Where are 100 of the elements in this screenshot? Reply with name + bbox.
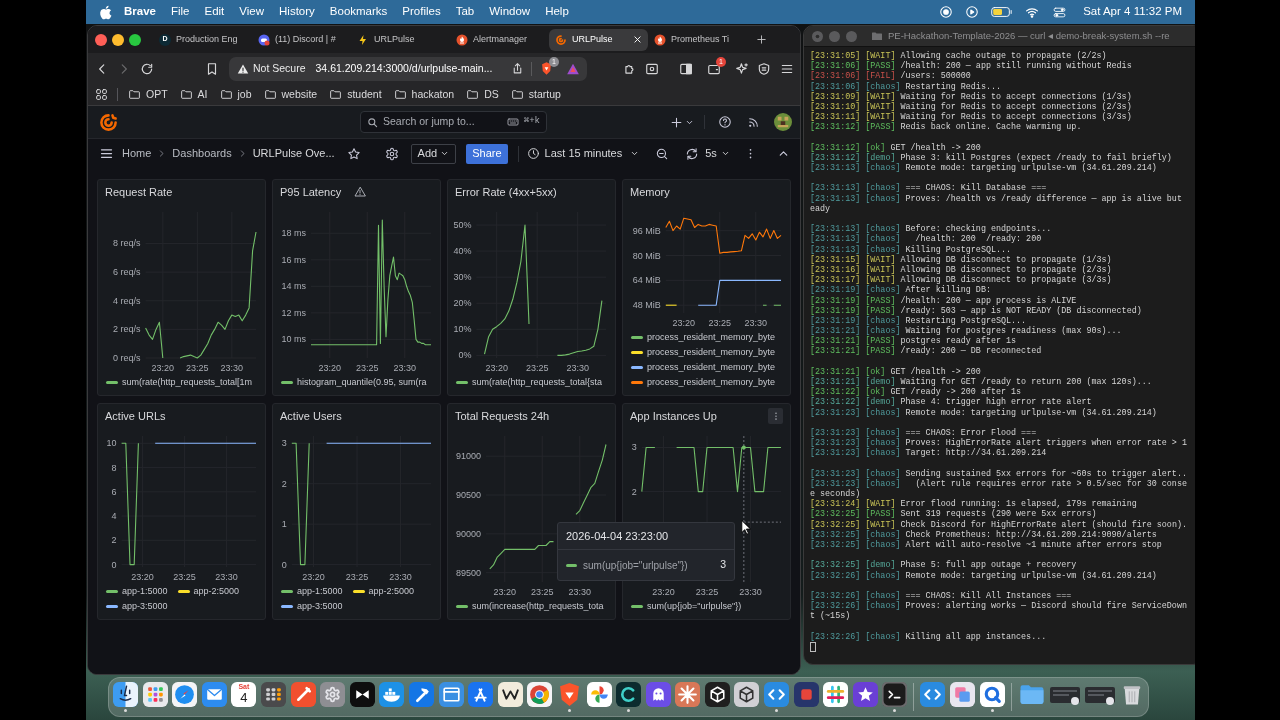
help-icon[interactable] xyxy=(718,115,732,129)
legend-label[interactable]: app-2:5000 xyxy=(368,584,415,599)
bookmark-folder[interactable]: website xyxy=(263,86,318,103)
arc-icon[interactable] xyxy=(616,682,642,707)
legend-label[interactable]: app-1:5000 xyxy=(297,584,343,599)
apps-grid-icon[interactable] xyxy=(95,88,108,101)
compass-icon[interactable] xyxy=(172,682,198,707)
legend-label[interactable]: process_resident_memory_byte xyxy=(647,360,776,375)
legend-label[interactable]: process_resident_memory_byte xyxy=(647,330,776,345)
menu-item[interactable]: Profiles xyxy=(402,3,441,21)
legend-label[interactable]: app-3:5000 xyxy=(297,599,343,614)
menu-item[interactable]: Bookmarks xyxy=(329,3,388,21)
legend-label[interactable]: process_resident_memory_byte xyxy=(647,375,776,390)
camera-icon[interactable] xyxy=(645,61,659,76)
menu-icon[interactable] xyxy=(99,146,114,161)
app-grid-icon[interactable] xyxy=(142,682,168,707)
bookmark-folder[interactable]: AI xyxy=(179,86,208,103)
hash-icon[interactable] xyxy=(823,682,849,707)
record-icon[interactable] xyxy=(939,5,954,19)
browser-tab[interactable]: URLPulse xyxy=(549,28,648,51)
close-window-icon[interactable] xyxy=(95,33,107,46)
bookmark-folder[interactable]: OPT xyxy=(128,86,168,103)
browser-tab[interactable]: Prometheus Ti xyxy=(648,28,747,51)
legend-label[interactable]: app-2:5000 xyxy=(193,584,240,599)
bookmark-folder[interactable]: student xyxy=(329,86,382,103)
sidebar-icon[interactable] xyxy=(679,61,693,76)
window-icon[interactable] xyxy=(438,682,464,707)
legend-label[interactable]: sum(rate(http_requests_total[1m xyxy=(122,375,253,390)
starburst-icon[interactable] xyxy=(675,682,701,707)
bookmark-folder[interactable]: DS xyxy=(466,86,499,103)
square-tile-icon[interactable] xyxy=(793,682,819,707)
bow-tie-icon[interactable] xyxy=(349,682,375,707)
cube-icon[interactable] xyxy=(704,682,730,707)
zigzag-icon[interactable] xyxy=(497,682,523,707)
refresh-icon[interactable] xyxy=(685,146,700,161)
time-range-picker[interactable]: Last 15 minutes xyxy=(526,145,640,162)
browser-tab[interactable]: (11) Discord | # xyxy=(252,28,351,51)
pen-icon[interactable] xyxy=(290,682,316,707)
minimize-window-icon[interactable] xyxy=(112,33,124,46)
menu-item[interactable]: History xyxy=(279,3,315,21)
shield-icon[interactable] xyxy=(757,61,771,76)
legend-label[interactable]: sum(up{job="urlpulse"}) xyxy=(647,599,742,614)
settings-icon[interactable] xyxy=(384,146,399,161)
code-icon[interactable] xyxy=(920,682,946,707)
url-text[interactable]: 34.61.209.214:3000/d/urlpulse-main... xyxy=(315,60,493,77)
avatar-icon[interactable] xyxy=(774,113,792,131)
bookmark-icon[interactable] xyxy=(205,61,219,76)
security-indicator[interactable]: Not Secure xyxy=(237,60,306,77)
menu-item[interactable]: View xyxy=(239,3,265,21)
magnifier-icon[interactable] xyxy=(979,682,1005,707)
control-center-icon[interactable] xyxy=(1052,5,1068,19)
tricolor-circle-icon[interactable] xyxy=(527,682,553,707)
star-icon[interactable] xyxy=(346,146,361,161)
search-field[interactable]: Search or jump to... xyxy=(383,114,487,130)
hammer-icon[interactable] xyxy=(408,682,434,707)
maximize-window-icon[interactable] xyxy=(129,33,141,46)
add-button[interactable]: Add xyxy=(410,143,457,164)
bookmark-folder[interactable]: job xyxy=(219,86,252,103)
menu-item[interactable]: Window xyxy=(489,3,531,21)
bookmark-folder[interactable]: hackaton xyxy=(393,86,455,103)
wifi-icon[interactable] xyxy=(1024,5,1041,19)
code-icon[interactable] xyxy=(764,682,790,707)
menu-item[interactable]: Tab xyxy=(455,3,475,21)
legend-label[interactable]: app-3:5000 xyxy=(122,599,168,614)
new-button[interactable] xyxy=(670,115,694,129)
photo-stack-icon[interactable] xyxy=(950,682,976,707)
whale-icon[interactable] xyxy=(379,682,405,707)
menu-item[interactable]: File xyxy=(170,3,190,21)
app-menu[interactable]: Brave xyxy=(124,3,156,21)
calculator-icon[interactable] xyxy=(260,682,286,707)
face-icon[interactable] xyxy=(113,682,138,707)
breadcrumb-link[interactable]: Home xyxy=(122,145,152,162)
search-bar[interactable]: Search or jump to... ⌘+k xyxy=(360,111,547,133)
breadcrumb-link[interactable]: URLPulse Ove... xyxy=(252,145,335,162)
cube-icon[interactable] xyxy=(734,682,760,707)
apple-logo-icon[interactable] xyxy=(99,4,112,20)
sticks-icon[interactable] xyxy=(468,682,494,707)
rss-icon[interactable] xyxy=(747,115,760,129)
browser-tab[interactable]: URLPulse xyxy=(351,28,450,51)
panel-menu-button[interactable] xyxy=(768,408,783,424)
legend-label[interactable]: app-1:5000 xyxy=(122,584,168,599)
legend-label[interactable]: process_resident_memory_byte xyxy=(647,345,776,360)
bookmark-folder[interactable]: startup xyxy=(510,86,561,103)
pinwheel-icon[interactable] xyxy=(586,682,612,707)
logo-icon[interactable] xyxy=(99,112,118,132)
reload-icon[interactable] xyxy=(140,61,154,76)
shield-icon[interactable] xyxy=(539,61,554,76)
zoom-out-icon[interactable] xyxy=(655,146,670,161)
terminal-icon[interactable] xyxy=(882,682,908,707)
legend-label[interactable]: histogram_quantile(0.95, sum(ra xyxy=(297,375,427,390)
breadcrumb-link[interactable]: Dashboards xyxy=(172,145,232,162)
battery-icon[interactable] xyxy=(991,6,1014,18)
menu-item[interactable]: Help xyxy=(545,3,569,21)
gear-icon[interactable] xyxy=(320,682,346,707)
share-icon[interactable] xyxy=(511,62,524,75)
legend-label[interactable]: sum(rate(http_requests_total{sta xyxy=(472,375,603,390)
menu-item[interactable]: Edit xyxy=(204,3,225,21)
play-circle-icon[interactable] xyxy=(965,5,980,19)
clock[interactable]: Sat Apr 4 11:32 PM xyxy=(1083,3,1182,21)
refresh-interval-picker[interactable]: 5s xyxy=(705,145,730,162)
